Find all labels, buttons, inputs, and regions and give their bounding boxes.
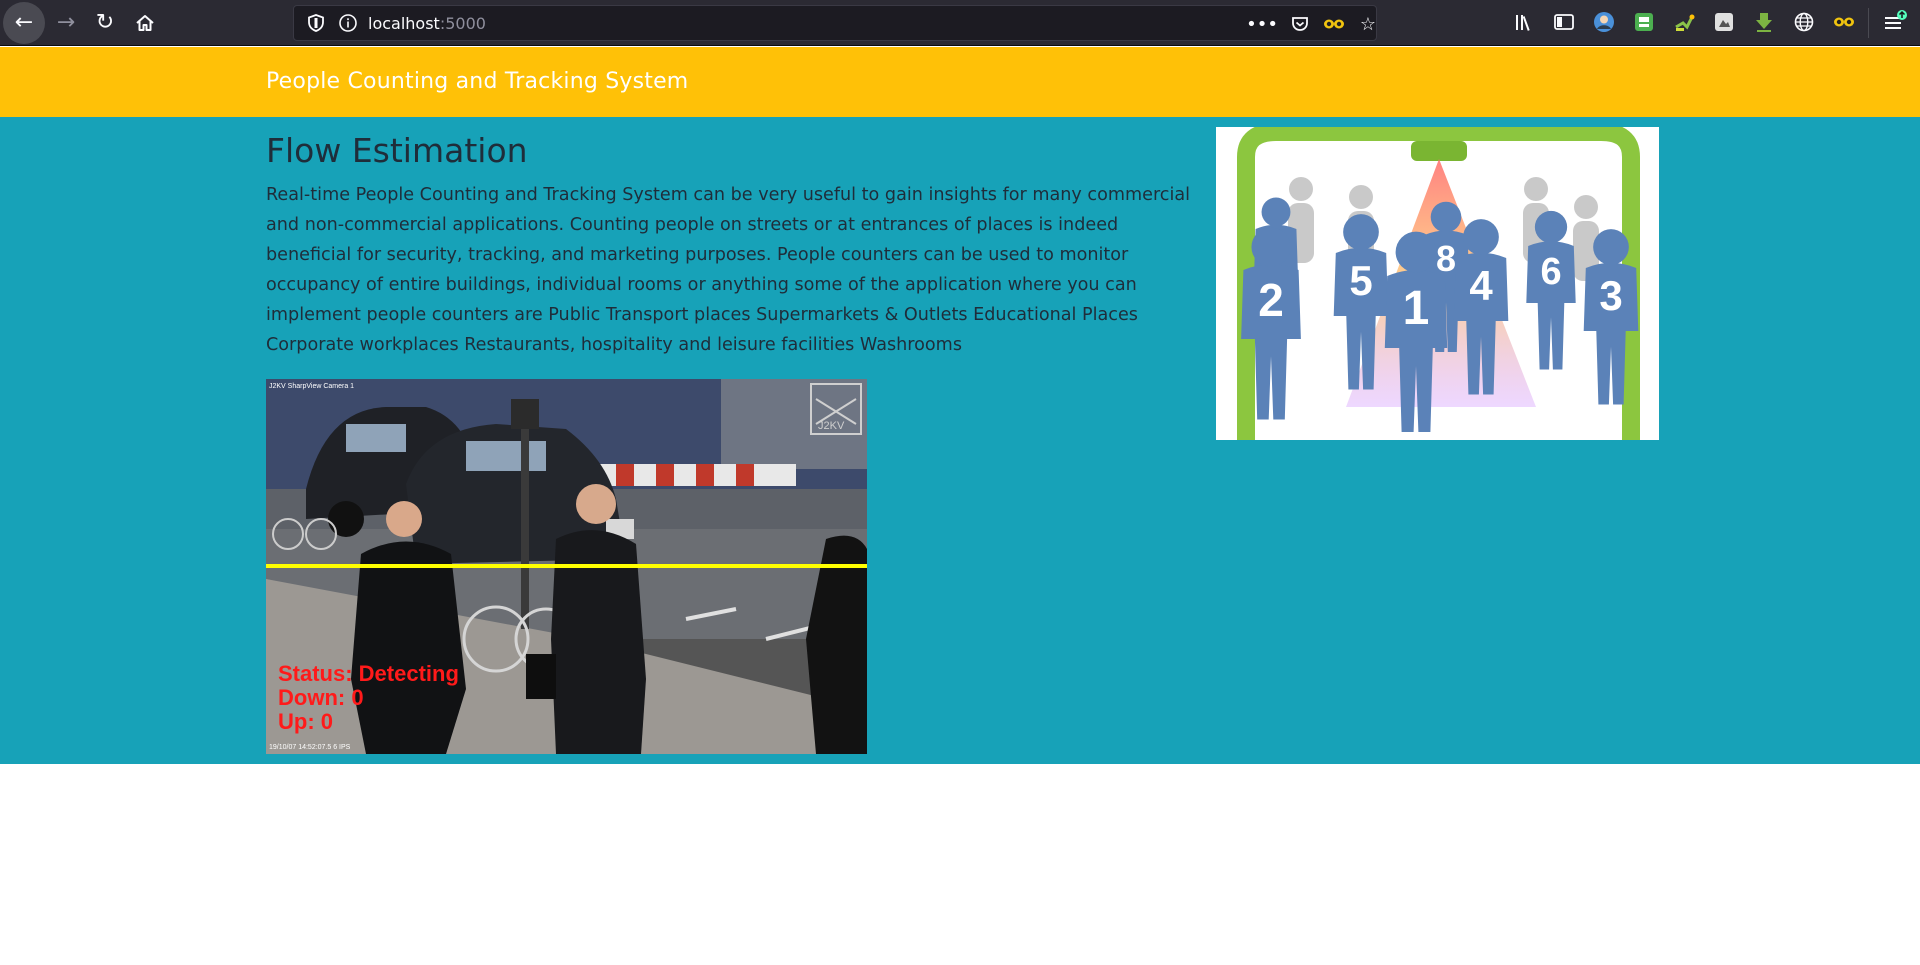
extension-print-icon[interactable] — [1631, 9, 1657, 35]
reader-mask-icon[interactable] — [1831, 9, 1857, 35]
figure-number-label: 6 — [1540, 251, 1561, 293]
figure-number-label: 5 — [1349, 257, 1372, 304]
figure-number-label: 4 — [1469, 262, 1493, 309]
video-timestamp: 19/10/07 14:52:07.5 6 IPS — [269, 744, 351, 751]
tracking-shield-icon[interactable] — [306, 13, 326, 33]
page-title: Flow Estimation — [266, 131, 528, 170]
bookmark-star-icon[interactable]: ☆ — [1356, 12, 1380, 36]
reload-icon[interactable]: ↻ — [84, 2, 126, 44]
figure-number-label: 8 — [1436, 238, 1456, 279]
address-bar[interactable]: localhost:5000 ••• ☆ — [293, 5, 1377, 41]
down-count-overlay: Down: 0 — [278, 685, 364, 710]
figure-number-label: 1 — [1403, 282, 1430, 335]
url-host: localhost — [368, 14, 440, 33]
figure-number-label: 2 — [1258, 274, 1284, 326]
reader-mask-icon[interactable] — [1322, 12, 1346, 36]
illustration-image: 72581463 — [1216, 127, 1659, 440]
site-brand[interactable]: People Counting and Tracking System — [266, 69, 688, 94]
library-icon[interactable] — [1512, 9, 1538, 35]
back-arrow-icon[interactable]: ← — [3, 2, 45, 44]
pocket-icon[interactable] — [1288, 12, 1312, 36]
toolbar-divider — [1868, 8, 1869, 38]
home-icon[interactable] — [124, 2, 166, 44]
extension-screenshot-icon[interactable] — [1711, 9, 1737, 35]
account-avatar-icon[interactable] — [1591, 9, 1617, 35]
globe-icon[interactable] — [1791, 9, 1817, 35]
more-actions-icon[interactable]: ••• — [1246, 12, 1278, 36]
url-port: :5000 — [439, 14, 486, 33]
video-watermark: J2KV — [818, 420, 845, 432]
camera-label: J2KV SharpView Camera 1 — [269, 383, 354, 390]
people-counting-illustration: 72581463 — [1216, 127, 1659, 440]
figure-number-label: 3 — [1599, 272, 1622, 319]
sidebar-icon[interactable] — [1551, 9, 1577, 35]
browser-toolbar: ← → ↻ localhost:5000 ••• ☆ — [0, 0, 1920, 46]
extension-pipe-icon[interactable] — [1671, 9, 1697, 35]
hamburger-menu-icon[interactable] — [1882, 9, 1908, 35]
main-section: Flow Estimation Real-time People Countin… — [0, 117, 1920, 764]
description-text: Real-time People Counting and Tracking S… — [266, 185, 1191, 355]
site-header: People Counting and Tracking System — [0, 47, 1920, 117]
status-overlay: Status: Detecting — [278, 661, 459, 686]
counting-line — [266, 564, 867, 568]
forward-arrow-icon[interactable]: → — [45, 2, 87, 44]
video-feed: J2KV J2KV SharpView Camera 1 Status: Det… — [266, 379, 867, 754]
download-icon[interactable] — [1751, 9, 1777, 35]
site-info-icon[interactable] — [338, 13, 358, 33]
up-count-overlay: Up: 0 — [278, 709, 333, 734]
url-text[interactable]: localhost:5000 — [368, 14, 486, 33]
video-frame-image: J2KV J2KV SharpView Camera 1 Status: Det… — [266, 379, 867, 754]
